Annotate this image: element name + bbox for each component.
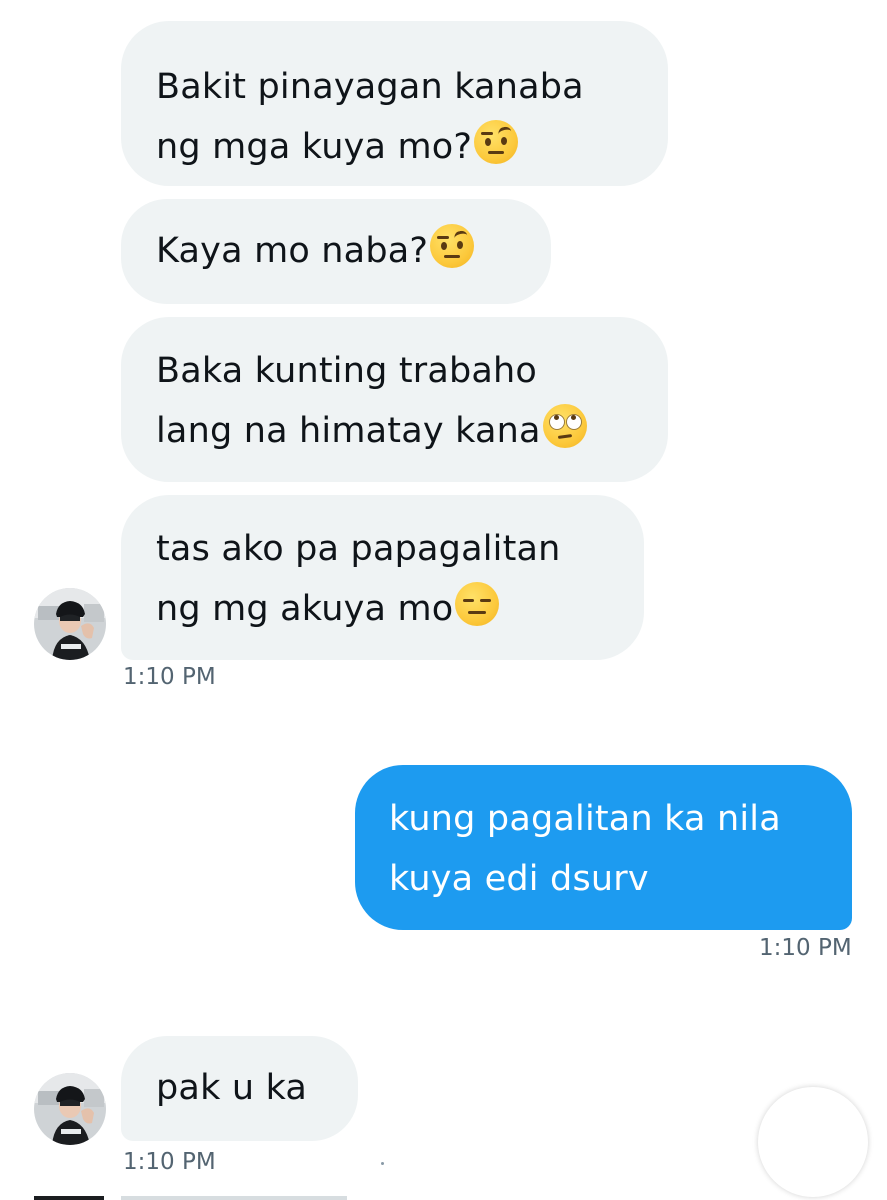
speck-decoration: [381, 1162, 384, 1165]
message-timestamp: 1:10 PM: [123, 1149, 216, 1175]
message-text-line: tas ako pa papagalitan: [156, 529, 561, 569]
message-text-line: pak u ka: [156, 1068, 308, 1108]
dm-conversation: { "messages": [ {"direction": "incoming"…: [0, 0, 887, 1200]
face-with-rolling-eyes-icon: [542, 404, 587, 448]
message-text-line: Kaya mo naba?: [156, 231, 429, 271]
message-bubble-outgoing[interactable]: kung pagalitan ka nila kuya edi dsurv: [355, 765, 852, 930]
message-bubble-incoming[interactable]: tas ako pa papagalitan ng mg akuya mo: [121, 495, 644, 660]
message-bubble-incoming[interactable]: pak u ka: [121, 1036, 358, 1141]
message-text-line: lang na himatay kana: [156, 411, 541, 451]
scroll-down-button[interactable]: [758, 1087, 868, 1197]
expressionless-face-icon: [455, 582, 500, 626]
message-timestamp: 1:10 PM: [759, 935, 852, 961]
message-text-line: kuya edi dsurv: [389, 859, 649, 899]
raised-eyebrow-face-icon: [430, 224, 475, 268]
avatar-photo: [34, 588, 106, 660]
message-text-line: ng mg akuya mo: [156, 589, 454, 629]
message-bubble-incoming[interactable]: Kaya mo naba?: [121, 199, 551, 304]
message-bubble-incoming[interactable]: Bakit pinayagan kanaba ng mga kuya mo?: [121, 21, 668, 186]
message-text-line: ng mga kuya mo?: [156, 127, 473, 167]
bottom-edge-divider: [121, 1196, 347, 1200]
bottom-edge-dark: [34, 1196, 104, 1200]
user-avatar[interactable]: [34, 588, 106, 660]
message-text-line: kung pagalitan ka nila: [389, 799, 781, 839]
user-avatar[interactable]: [34, 1073, 106, 1145]
message-bubble-incoming[interactable]: Baka kunting trabaho lang na himatay kan…: [121, 317, 668, 482]
avatar-photo: [34, 1073, 106, 1145]
message-timestamp: 1:10 PM: [123, 664, 216, 690]
message-text-line: Baka kunting trabaho: [156, 351, 538, 391]
message-text-line: Bakit pinayagan kanaba: [156, 67, 584, 107]
raised-eyebrow-face-icon: [474, 120, 519, 164]
